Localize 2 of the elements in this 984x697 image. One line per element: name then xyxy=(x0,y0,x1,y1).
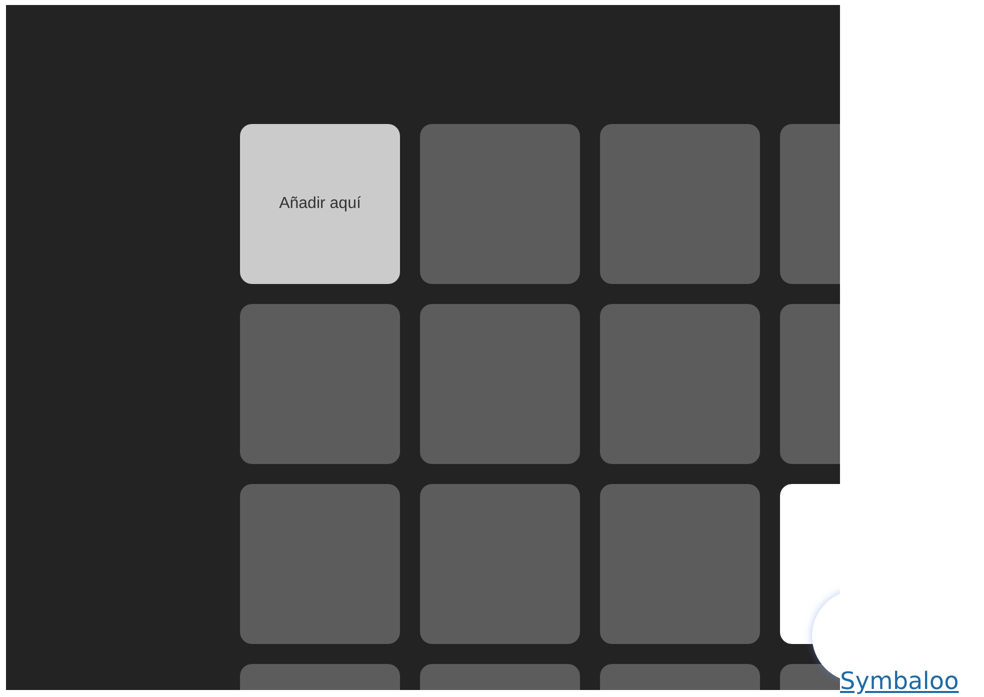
symbaloo-link[interactable]: Symbaloo xyxy=(840,667,959,695)
add-tile[interactable]: Añadir aquí xyxy=(240,124,400,284)
